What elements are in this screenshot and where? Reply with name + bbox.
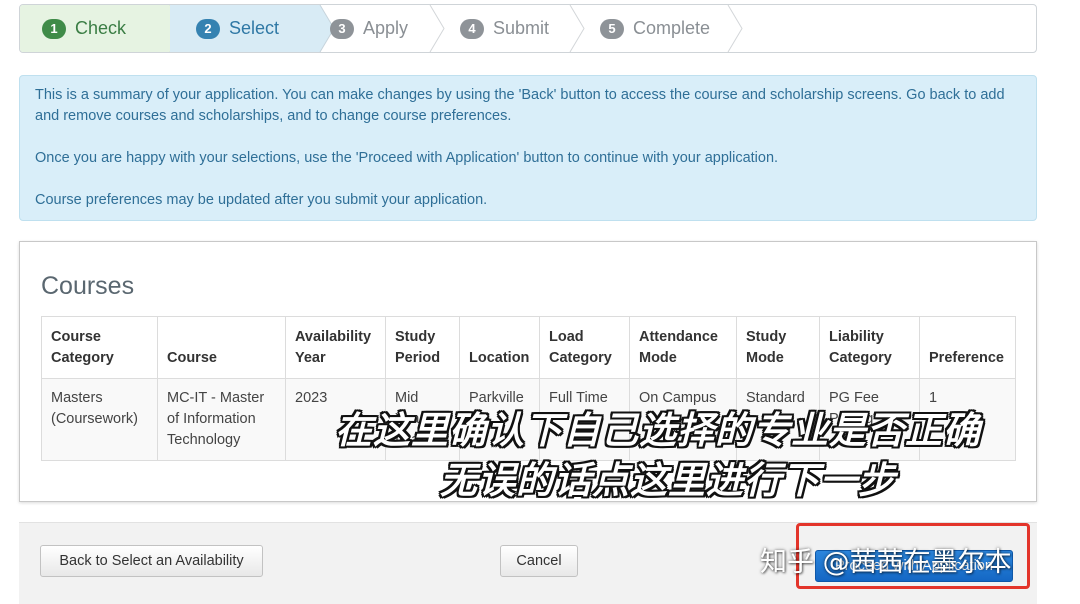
step-label: Complete — [633, 18, 711, 38]
notice-paragraph-preferences: Course preferences may be updated after … — [35, 192, 488, 208]
column-header-availability-year: Availability Year — [285, 316, 386, 379]
column-header-preference: Preference — [919, 316, 1016, 379]
courses-title: Courses — [41, 272, 135, 300]
step-submit[interactable]: 4 Submit — [442, 5, 572, 52]
step-label: Check — [75, 18, 127, 38]
step-number-badge: 2 — [196, 18, 220, 39]
step-select[interactable]: 2 Select — [170, 5, 320, 52]
cell-course-category: Masters (Coursework) — [41, 378, 158, 461]
column-header-liability-category: Liability Category — [819, 316, 920, 379]
back-button[interactable]: Back to Select an Availability — [40, 545, 263, 577]
watermark: 知乎 @茜茜在墨尔本 — [760, 547, 1012, 578]
application-summary-notice: This is a summary of your application. Y… — [19, 75, 1037, 221]
caption-line-2: 无误的话点这里进行下一步 — [440, 459, 896, 502]
step-number-badge: 4 — [460, 18, 484, 39]
column-header-attendance-mode: Attendance Mode — [629, 316, 737, 379]
step-number-badge: 5 — [600, 18, 624, 39]
cancel-button[interactable]: Cancel — [500, 545, 578, 577]
column-header-study-period: Study Period — [385, 316, 460, 379]
step-complete[interactable]: 5 Complete — [582, 5, 732, 52]
step-check[interactable]: 1 Check — [20, 5, 170, 52]
notice-paragraph-proceed: Once you are happy with your selections,… — [35, 150, 779, 166]
column-header-location: Location — [459, 316, 540, 379]
notice-paragraph-summary: This is a summary of your application. Y… — [35, 87, 1005, 124]
step-number-badge: 1 — [42, 18, 66, 39]
table-header-row: Course Category Course Availability Year… — [41, 316, 1016, 379]
column-header-course-category: Course Category — [41, 316, 158, 379]
column-header-study-mode: Study Mode — [736, 316, 820, 379]
step-number-badge: 3 — [330, 18, 354, 39]
caption-line-1: 在这里确认下自己选择的专业是否正确 — [335, 409, 981, 452]
step-label: Apply — [363, 18, 409, 38]
progress-stepper: 1 Check 2 Select 3 Apply 4 Submit 5 Comp… — [19, 4, 1037, 53]
step-separator-icon — [727, 5, 743, 52]
step-label: Select — [229, 18, 280, 38]
column-header-course: Course — [157, 316, 286, 379]
cell-course: MC-IT - Master of Information Technology — [157, 378, 286, 461]
step-label: Submit — [493, 18, 550, 38]
column-header-load-category: Load Category — [539, 316, 630, 379]
step-apply[interactable]: 3 Apply — [312, 5, 432, 52]
